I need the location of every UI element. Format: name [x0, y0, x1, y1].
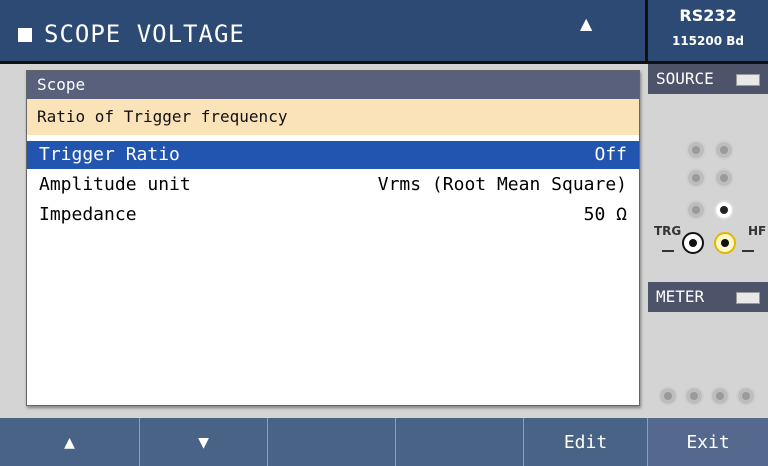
- meter-jack-icon: [684, 386, 704, 406]
- row-label: Amplitude unit: [39, 174, 191, 195]
- title-bar: SCOPE VOLTAGE ▲: [0, 0, 648, 64]
- page-title: SCOPE VOLTAGE: [44, 20, 245, 48]
- down-button[interactable]: ▼: [140, 418, 268, 466]
- settings-panel: Scope Ratio of Trigger frequency Trigger…: [26, 70, 640, 406]
- source-header: SOURCE: [648, 64, 768, 94]
- edit-label: Edit: [563, 431, 608, 453]
- up-arrow-icon: ▲: [64, 431, 75, 453]
- source-jack-icon: [686, 200, 706, 220]
- meter-header: METER: [648, 282, 768, 312]
- row-value: Vrms (Root Mean Square): [377, 174, 627, 195]
- row-label: Impedance: [39, 204, 137, 225]
- meter-indicator-icon: [736, 292, 760, 304]
- ground-symbol-icon: [742, 250, 754, 252]
- softkey-bar: ▲ ▼ Edit Exit: [0, 418, 768, 466]
- source-jack-icon: [714, 140, 734, 160]
- source-label: SOURCE: [656, 69, 714, 88]
- row-value: Off: [594, 144, 627, 165]
- row-amplitude-unit[interactable]: Amplitude unit Vrms (Root Mean Square): [27, 171, 639, 199]
- exit-label: Exit: [686, 431, 730, 453]
- source-indicator-icon: [736, 74, 760, 86]
- row-impedance[interactable]: Impedance 50 Ω: [27, 201, 639, 229]
- interface-status: RS232 115200 Bd: [648, 0, 768, 64]
- terminal-panel: SOURCE TRG HF METER: [648, 64, 768, 418]
- hf-label: HF: [748, 224, 767, 238]
- source-jack-icon: [686, 140, 706, 160]
- down-arrow-icon: ▼: [198, 431, 209, 453]
- softkey-4[interactable]: [396, 418, 524, 466]
- row-trigger-ratio[interactable]: Trigger Ratio Off: [27, 141, 639, 169]
- help-description: Ratio of Trigger frequency: [27, 99, 639, 135]
- meter-label: METER: [656, 287, 705, 306]
- trg-label: TRG: [654, 224, 682, 238]
- row-label: Trigger Ratio: [39, 144, 180, 165]
- row-value: 50 Ω: [583, 204, 627, 225]
- source-jack-icon: [686, 168, 706, 188]
- section-title: Scope: [27, 71, 639, 99]
- interface-label: RS232: [679, 6, 737, 25]
- up-button[interactable]: ▲: [0, 418, 140, 466]
- source-jack-icon: [714, 168, 734, 188]
- instrument-screen: SCOPE VOLTAGE ▲ RS232 115200 Bd Scope Ra…: [0, 0, 768, 466]
- baud-rate: 115200 Bd: [671, 34, 744, 48]
- edit-button[interactable]: Edit: [524, 418, 648, 466]
- meter-jack-icon: [710, 386, 730, 406]
- meter-jack-icon: [658, 386, 678, 406]
- trg-bnc-icon: [682, 232, 704, 254]
- softkey-3[interactable]: [268, 418, 396, 466]
- exit-button[interactable]: Exit: [648, 418, 768, 466]
- hf-bnc-icon: [714, 232, 736, 254]
- warning-triangle-icon: ▲: [580, 14, 593, 33]
- active-jack-icon: [714, 200, 734, 220]
- ground-symbol-icon: [662, 250, 674, 252]
- meter-jack-icon: [736, 386, 756, 406]
- title-square-icon: [18, 28, 32, 42]
